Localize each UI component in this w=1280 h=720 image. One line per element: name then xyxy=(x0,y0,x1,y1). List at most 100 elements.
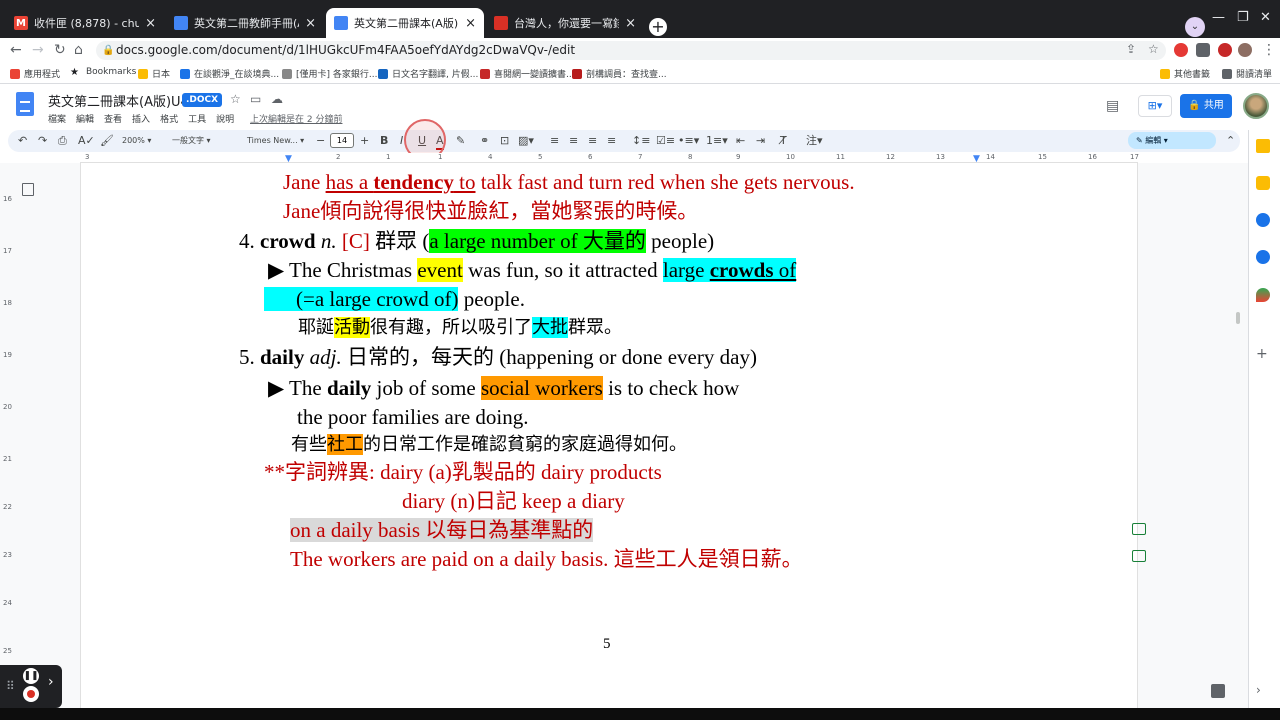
explore-icon[interactable] xyxy=(1211,684,1225,698)
reload-icon[interactable]: ↻ xyxy=(54,42,66,58)
menu-file[interactable]: 檔案 xyxy=(48,112,66,125)
link-icon[interactable]: ⚭ xyxy=(480,134,489,148)
example-daily-cont[interactable]: the poor families are doing. xyxy=(297,404,529,430)
redo-icon[interactable]: ↷ xyxy=(38,134,47,148)
bookmark-apps[interactable]: 應用程式 xyxy=(10,67,60,80)
close-icon[interactable]: × xyxy=(305,16,316,31)
url-field[interactable]: 🔒 docs.google.com/document/d/1lHUGkcUFm4… xyxy=(96,41,1166,60)
collapse-menus-icon[interactable]: ⌃ xyxy=(1226,134,1235,148)
new-tab-button[interactable]: + xyxy=(649,18,667,36)
maximize-icon[interactable]: ❐ xyxy=(1237,10,1249,25)
paint-format-icon[interactable]: 🖌 xyxy=(100,134,114,148)
drag-handle-icon[interactable]: ⠿ xyxy=(6,679,15,693)
bookmark-other[interactable]: 其他書籤 xyxy=(1160,67,1210,80)
menu-format[interactable]: 格式 xyxy=(160,112,178,125)
increase-indent-icon[interactable]: ⇥ xyxy=(756,134,765,148)
expand-icon[interactable]: › xyxy=(48,674,54,690)
left-indent-marker[interactable]: ▼ xyxy=(285,154,292,164)
suggest-edits-icon[interactable] xyxy=(1132,550,1146,562)
editing-mode-select[interactable]: ✎ 編輯 ▾ xyxy=(1128,132,1216,149)
example-daily[interactable]: ▶ The daily job of some social workers i… xyxy=(268,375,739,401)
undo-icon[interactable]: ↶ xyxy=(18,134,27,148)
example-daily-basis[interactable]: The workers are paid on a daily basis. 這… xyxy=(290,546,803,572)
scrollbar[interactable] xyxy=(1236,312,1240,324)
decrease-indent-icon[interactable]: ⇤ xyxy=(736,134,745,148)
add-addon-icon[interactable]: + xyxy=(1256,346,1268,362)
line-spacing-icon[interactable]: ↕≡ xyxy=(632,134,650,148)
add-comment-icon[interactable]: ⊡ xyxy=(500,134,509,148)
right-indent-marker[interactable]: ▼ xyxy=(973,154,980,164)
maps-icon[interactable] xyxy=(1256,288,1270,302)
bookmark-item[interactable]: 在談觀淨_在談境典... xyxy=(180,67,279,80)
menu-view[interactable]: 查看 xyxy=(104,112,122,125)
font-select[interactable]: Times New... ▾ xyxy=(247,134,304,148)
tab-search-icon[interactable]: ⌄ xyxy=(1185,17,1205,37)
google-docs-icon[interactable] xyxy=(16,92,34,116)
tab-textbook[interactable]: 英文第二冊課本(A版)U4.docx - × xyxy=(326,8,484,38)
align-center-icon[interactable]: ≡ xyxy=(569,134,578,148)
word-distinction-diary[interactable]: diary (n)日記 keep a diary xyxy=(402,488,625,514)
vocab-entry-daily[interactable]: 5. daily adj. 日常的，每天的 (happening or done… xyxy=(239,344,757,370)
word-distinction-note[interactable]: **字詞辨異: dairy (a)乳製品的 dairy products xyxy=(264,459,662,485)
phrase-daily-basis[interactable]: on a daily basis 以每日為基準點的 xyxy=(290,517,594,543)
print-icon[interactable]: ⎙ xyxy=(58,134,67,148)
profile-icon[interactable] xyxy=(1238,43,1252,57)
menu-icon[interactable]: ⋮ xyxy=(1262,42,1276,58)
horizontal-ruler[interactable]: 3 2 1 1 4 5 6 7 8 9 10 11 12 13 14 15 16… xyxy=(80,153,1139,164)
share-page-icon[interactable]: ⇪ xyxy=(1126,42,1136,56)
document-outline-icon[interactable] xyxy=(22,183,34,196)
menu-tools[interactable]: 工具 xyxy=(188,112,206,125)
menu-help[interactable]: 說明 xyxy=(216,112,234,125)
zoom-select[interactable]: 200% ▾ xyxy=(122,134,151,148)
checklist-icon[interactable]: ☑≡ xyxy=(656,134,675,148)
star-icon[interactable]: ☆ xyxy=(230,92,241,106)
clear-formatting-icon[interactable]: T̸ xyxy=(780,134,787,148)
bookmark-item[interactable]: [僅用卡] 各家銀行... xyxy=(282,67,377,80)
avatar[interactable] xyxy=(1243,93,1269,119)
stop-record-icon[interactable] xyxy=(23,686,39,702)
extension-icon[interactable] xyxy=(1218,43,1232,57)
decrease-font-size-icon[interactable]: − xyxy=(316,134,325,148)
last-edit-link[interactable]: 上次編輯是在 2 分鐘前 xyxy=(250,112,342,125)
align-right-icon[interactable]: ≡ xyxy=(588,134,597,148)
tab-gmail[interactable]: M 收件匣 (8,878) - chunyu828@g × xyxy=(6,8,164,38)
home-icon[interactable]: ⌂ xyxy=(74,42,83,58)
pause-icon[interactable]: ❚❚ xyxy=(23,668,39,684)
close-icon[interactable]: × xyxy=(625,16,636,31)
tab-teacher-manual[interactable]: 英文第二冊教師手冊(A版)U4.do × xyxy=(166,8,324,38)
align-left-icon[interactable]: ≡ xyxy=(550,134,559,148)
contacts-icon[interactable] xyxy=(1256,250,1270,264)
highlight-icon[interactable]: ✎ xyxy=(456,134,465,148)
input-tools-icon[interactable]: 注▾ xyxy=(806,134,823,148)
numbered-list-icon[interactable]: 1≡▾ xyxy=(706,134,728,148)
example-crowd-cont[interactable]: (=a large crowd of) people. xyxy=(264,286,525,312)
bookmark-item[interactable]: 剖構調員：查找壹... xyxy=(572,67,667,80)
example-translation[interactable]: Jane傾向說得很快並臉紅，當她緊張的時候。 xyxy=(283,198,698,224)
vocab-entry-crowd[interactable]: 4. crowd n. [C] 群眾 (a large number of 大量… xyxy=(239,228,714,254)
reading-list[interactable]: 閱讀清單 xyxy=(1222,67,1272,80)
comment-history-icon[interactable]: ▤ xyxy=(1106,98,1119,114)
italic-icon[interactable]: I xyxy=(400,134,403,148)
example-crowd[interactable]: ▶ The Christmas event was fun, so it att… xyxy=(268,257,797,283)
extension-icon[interactable] xyxy=(1196,43,1210,57)
document-title[interactable]: 英文第二冊課本(A版)U4 xyxy=(48,91,189,110)
extension-icon[interactable] xyxy=(1174,43,1188,57)
share-button[interactable]: 🔒 共用 xyxy=(1180,94,1232,118)
translation-daily[interactable]: 有些社工的日常工作是確認貧窮的家庭過得如何。 xyxy=(291,430,687,458)
close-icon[interactable]: × xyxy=(145,16,156,31)
keep-icon[interactable] xyxy=(1256,176,1270,190)
show-side-panel-icon[interactable]: › xyxy=(1256,683,1261,697)
present-button[interactable]: ⊞▾ xyxy=(1138,95,1172,117)
bookmark-item[interactable]: 喜閱網一變讀擴書... xyxy=(480,67,575,80)
bold-icon[interactable]: B xyxy=(380,134,388,148)
back-icon[interactable]: ← xyxy=(10,42,22,58)
font-size-input[interactable]: 14 xyxy=(330,133,354,148)
style-select[interactable]: 一般文字 ▾ xyxy=(172,134,211,148)
forward-icon[interactable]: → xyxy=(32,42,44,58)
tab-article[interactable]: 台灣人，你還要一寫錢多少遍？詞 × xyxy=(486,8,644,38)
move-folder-icon[interactable]: ▭ xyxy=(250,92,261,106)
increase-font-size-icon[interactable]: + xyxy=(360,134,369,148)
bookmark-bookmarks[interactable]: ★ Bookmarks xyxy=(70,67,136,78)
bookmark-japan[interactable]: 日本 xyxy=(138,67,170,80)
bookmark-item[interactable]: 日文名字翻譯, 片假... xyxy=(378,67,478,80)
